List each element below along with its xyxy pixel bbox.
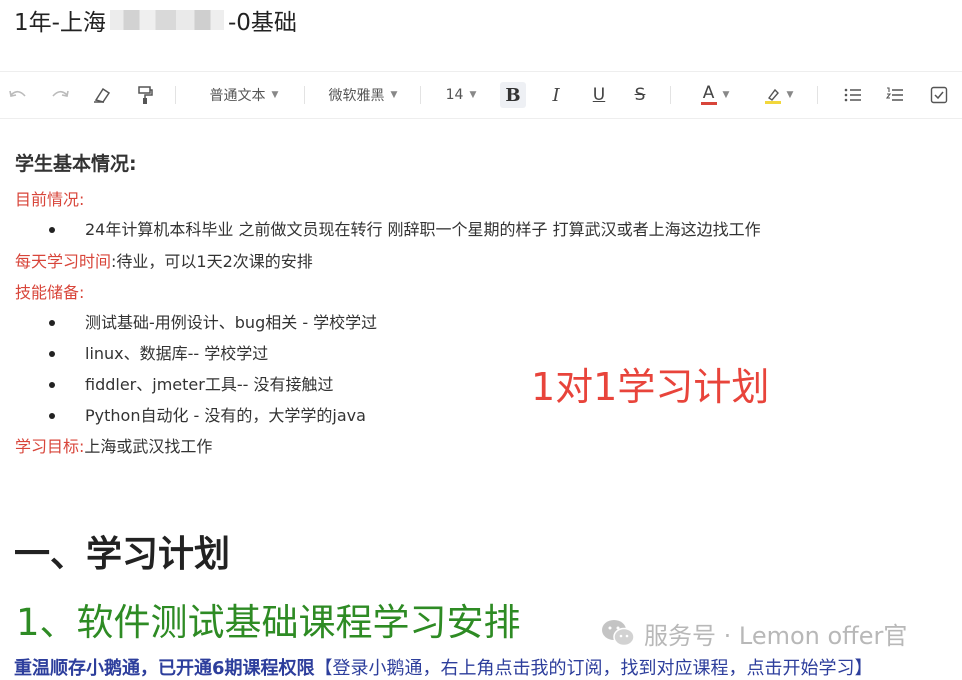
bulleted-list-button[interactable]: [840, 72, 866, 118]
format-painter-button[interactable]: [132, 72, 158, 118]
font-family-value: 微软雅黑: [328, 88, 385, 104]
watermark: 服务号 · Lemon offer官: [600, 614, 907, 652]
font-size-select[interactable]: 14 ▼: [438, 72, 484, 118]
numbered-list-icon: [886, 87, 903, 101]
numbered-list-button[interactable]: [882, 72, 908, 118]
bullet-dot: [49, 382, 55, 388]
title-suffix: -0基础: [227, 10, 297, 36]
daily-study-label: 每天学习时间: [15, 252, 112, 271]
list-item: 测试基础-用例设计、bug相关 - 学校学过: [85, 313, 378, 332]
daily-study-value: :待业，可以1天2次课的安排: [111, 252, 313, 271]
eraser-icon: [94, 87, 111, 103]
strikethrough-button[interactable]: S: [627, 72, 653, 118]
bullet-dot: [49, 320, 55, 326]
font-size-value: 14: [445, 87, 464, 103]
one-on-one-plan-annotation: 1对1学习计划: [531, 365, 770, 409]
toolbar-divider: [175, 86, 176, 104]
highlight-color-button[interactable]: ▼: [756, 72, 802, 118]
text-color-swatch: [700, 102, 717, 105]
redo-icon: [52, 90, 69, 97]
list-item: fiddler、jmeter工具-- 没有接触过: [85, 375, 334, 394]
text-color-button[interactable]: A ▼: [690, 72, 740, 118]
checklist-button[interactable]: [926, 72, 952, 118]
course-access-instructions: 【登录小鹅通，右上角点击我的订阅，找到对应课程，点击开始学习】: [314, 658, 873, 679]
course-access-line: 重温顺存小鹅通，已开通6期课程权限【登录小鹅通，右上角点击我的订阅，找到对应课程…: [14, 658, 873, 680]
chevron-down-icon: ▼: [722, 90, 730, 100]
toolbar-divider: [670, 86, 671, 104]
student-basics-heading: 学生基本情况:: [15, 153, 137, 175]
watermark-text: 服务号 · Lemon offer官: [644, 621, 908, 650]
undo-icon: [9, 90, 26, 97]
toolbar-divider: [817, 86, 818, 104]
course-access-bold: 重温顺存小鹅通，已开通6期课程权限: [14, 658, 315, 679]
text-color-glyph: A: [702, 83, 715, 103]
chevron-down-icon: ▼: [390, 90, 398, 100]
paragraph-style-value: 普通文本: [209, 88, 266, 104]
redo-button[interactable]: [46, 72, 74, 118]
text-color-icon: A: [700, 83, 717, 105]
study-goal-label: 学习目标:: [15, 437, 85, 456]
undo-button[interactable]: [4, 72, 32, 118]
bullet-dot: [49, 413, 55, 419]
title-prefix: 1年-上海: [14, 10, 106, 36]
toolbar-divider: [304, 86, 305, 104]
document-title[interactable]: 1年-上海 -0基础: [14, 4, 297, 36]
list-item: Python自动化 - 没有的，大学学的java: [85, 406, 366, 425]
skills-label: 技能储备:: [15, 283, 85, 302]
current-status-label: 目前情况:: [15, 190, 85, 209]
chevron-down-icon: ▼: [469, 90, 477, 100]
italic-button[interactable]: I: [543, 72, 569, 118]
chevron-down-icon: ▼: [786, 90, 794, 100]
redacted-name-block: [109, 10, 224, 30]
editor-toolbar: 普通文本 ▼ 微软雅黑 ▼ 14 ▼ B I U S A ▼ ▼: [0, 71, 962, 119]
underline-button[interactable]: U: [586, 72, 612, 118]
paint-brush-icon: [138, 86, 153, 104]
highlighter-icon: [764, 87, 781, 104]
bulleted-list-icon: [844, 88, 861, 102]
list-item: 24年计算机本科毕业 之前做文员现在转行 刚辞职一个星期的样子 打算武汉或者上海…: [85, 220, 761, 239]
highlight-swatch: [764, 100, 781, 104]
toolbar-divider: [420, 86, 421, 104]
bold-button[interactable]: B: [500, 82, 526, 108]
bullet-dot: [49, 351, 55, 357]
daily-study-line: 每天学习时间:待业，可以1天2次课的安排: [15, 252, 313, 272]
list-item: linux、数据库-- 学校学过: [85, 344, 269, 363]
checkbox-icon: [930, 86, 948, 104]
section-heading: 一、学习计划: [14, 534, 231, 575]
study-goal-value: 上海或武汉找工作: [84, 437, 213, 456]
paragraph-style-select[interactable]: 普通文本 ▼: [196, 72, 292, 118]
font-family-select[interactable]: 微软雅黑 ▼: [318, 72, 408, 118]
study-goal-line: 学习目标:上海或武汉找工作: [15, 437, 212, 457]
wechat-icon: [602, 620, 635, 647]
chevron-down-icon: ▼: [271, 90, 279, 100]
clear-format-button[interactable]: [88, 72, 116, 118]
subsection-heading: 1、软件测试基础课程学习安排: [16, 601, 521, 644]
bullet-dot: [49, 227, 55, 233]
